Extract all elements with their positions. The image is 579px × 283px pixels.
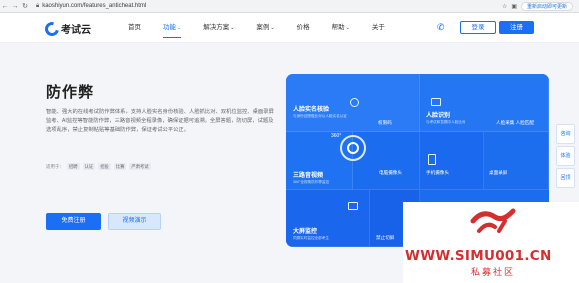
nav-cases-label: 案例 bbox=[256, 24, 270, 31]
phone-camera-label: 手机摄像头 bbox=[426, 170, 449, 175]
tab-switch-label: 禁止切屏 bbox=[376, 235, 395, 240]
nav-features[interactable]: 功能⌄ bbox=[163, 13, 182, 43]
back-icon[interactable]: ← bbox=[0, 3, 10, 10]
browser-actions: ☆ ▣ 重新启动即可更新 bbox=[502, 2, 573, 11]
face-detect-sub: 与考试和答题中人脸比对 bbox=[426, 120, 466, 124]
nav-about[interactable]: 关于 bbox=[372, 13, 385, 43]
site-logo[interactable]: 考试云 bbox=[42, 18, 91, 39]
permission-code-label: 权限码 bbox=[378, 120, 392, 125]
screen-monitor-title: 大屏监控 bbox=[293, 229, 318, 235]
forward-icon[interactable]: → bbox=[10, 3, 20, 10]
phone-icon[interactable]: ✆ bbox=[437, 23, 446, 32]
page-title: 防作弊 bbox=[46, 84, 95, 101]
update-button[interactable]: 重新启动即可更新 bbox=[520, 2, 573, 11]
watermark-url: WWW.SIMU001.CN bbox=[405, 248, 552, 264]
nav-home[interactable]: 首页 bbox=[128, 13, 141, 43]
experience-side-tab[interactable]: 体验 bbox=[556, 146, 575, 166]
browser-address-bar: ← → ↻ 🔒︎ kaoshiyun.com/features_antichea… bbox=[0, 0, 579, 13]
logo-text: 考试云 bbox=[61, 25, 91, 36]
face-id-icon bbox=[431, 98, 441, 106]
face-detect-tile: 人脸识别 与考试和答题中人脸比对 bbox=[426, 110, 466, 125]
scene-tag: 招投 bbox=[98, 163, 111, 170]
nav-cases[interactable]: 案例⌄ bbox=[256, 13, 274, 43]
scene-tag: 招聘 bbox=[67, 163, 80, 170]
applicable-scenes: 适用于： 招聘 认证 招投 比赛 严肃考试 bbox=[46, 163, 151, 170]
av-tile: 三路音视频 360°全视角防作弊监控 bbox=[293, 170, 329, 185]
free-register-button[interactable]: 免费注册 bbox=[46, 213, 101, 230]
site-header: 考试云 首页 功能⌄ 解决方案⌄ 案例⌄ 价格 帮助⌄ 关于 ✆ 登录 注册 bbox=[0, 13, 579, 43]
scene-tag: 严肃考试 bbox=[129, 163, 151, 170]
login-button[interactable]: 登录 bbox=[460, 21, 496, 34]
desktop-record-label: 桌面录屏 bbox=[489, 170, 508, 175]
screen-monitor-tile: 大屏监控 同屏实时监控全部考生 bbox=[293, 226, 329, 241]
watermark: WWW.SIMU001.CN 私募社区 bbox=[403, 202, 579, 283]
consult-side-tab[interactable]: 咨询 bbox=[556, 124, 575, 144]
face-verify-sub: 与身份证照做比对以人脸实名认证 bbox=[293, 114, 347, 118]
chevron-down-icon: ⌄ bbox=[177, 25, 182, 31]
pc-camera-label: 电脑摄像头 bbox=[379, 170, 402, 175]
hero-description: 智能、强大的在线考试防作弊体系，支持人脸实名身份核验、人脸抓比对、双机位监控、桌… bbox=[46, 109, 274, 133]
nav-help-label: 帮助 bbox=[331, 24, 345, 31]
scene-tag: 认证 bbox=[82, 163, 96, 170]
extensions-icon[interactable]: ▣ bbox=[511, 3, 517, 10]
face-capture-label: 人脸采集 人脸匹配 bbox=[496, 120, 535, 125]
phone-camera-icon bbox=[428, 154, 436, 165]
chevron-down-icon: ⌄ bbox=[345, 25, 350, 31]
register-button[interactable]: 注册 bbox=[499, 21, 534, 34]
nav-features-label: 功能 bbox=[163, 24, 176, 31]
main-nav: 首页 功能⌄ 解决方案⌄ 案例⌄ 价格 帮助⌄ 关于 bbox=[128, 13, 407, 43]
face-verify-title: 人脸实名核验 bbox=[293, 107, 330, 113]
face-scan-icon bbox=[350, 98, 359, 107]
watermark-cn: 私募社区 bbox=[471, 267, 516, 277]
monitor-icon bbox=[348, 202, 358, 210]
nav-solutions-label: 解决方案 bbox=[203, 24, 230, 31]
chevron-down-icon: ⌄ bbox=[270, 25, 275, 31]
av-title: 三路音视频 bbox=[293, 173, 324, 179]
face-detect-title: 人脸识别 bbox=[426, 113, 451, 119]
nav-help[interactable]: 帮助⌄ bbox=[332, 13, 350, 43]
nav-pricing[interactable]: 价格 bbox=[297, 13, 310, 43]
nav-solutions[interactable]: 解决方案⌄ bbox=[203, 13, 234, 43]
screen-monitor-sub: 同屏实时监控全部考生 bbox=[293, 236, 329, 240]
video-demo-button[interactable]: 视频演示 bbox=[108, 213, 161, 230]
face-verify-tile: 人脸实名核验 与身份证照做比对以人脸实名认证 bbox=[293, 104, 347, 119]
av-sub: 360°全视角防作弊监控 bbox=[293, 180, 330, 184]
reload-icon[interactable]: ↻ bbox=[20, 2, 30, 10]
url-field[interactable]: kaoshiyun.com/features_anticheat.html bbox=[42, 3, 146, 9]
scene-label: 适用于： bbox=[46, 163, 64, 169]
degree-label: 360° bbox=[331, 133, 342, 139]
logo-mark-icon bbox=[42, 18, 62, 39]
back-to-top-side-tab[interactable]: 回顶 bbox=[556, 168, 575, 188]
watermark-logo-icon bbox=[470, 208, 516, 233]
camera-lens-icon bbox=[347, 142, 359, 154]
desktop-record-cell bbox=[484, 132, 549, 190]
site-info-icon[interactable]: 🔒︎ bbox=[36, 3, 39, 10]
bookmark-star-icon[interactable]: ☆ bbox=[502, 3, 507, 10]
chevron-down-icon: ⌄ bbox=[230, 25, 235, 31]
scene-tag: 比赛 bbox=[113, 163, 127, 170]
